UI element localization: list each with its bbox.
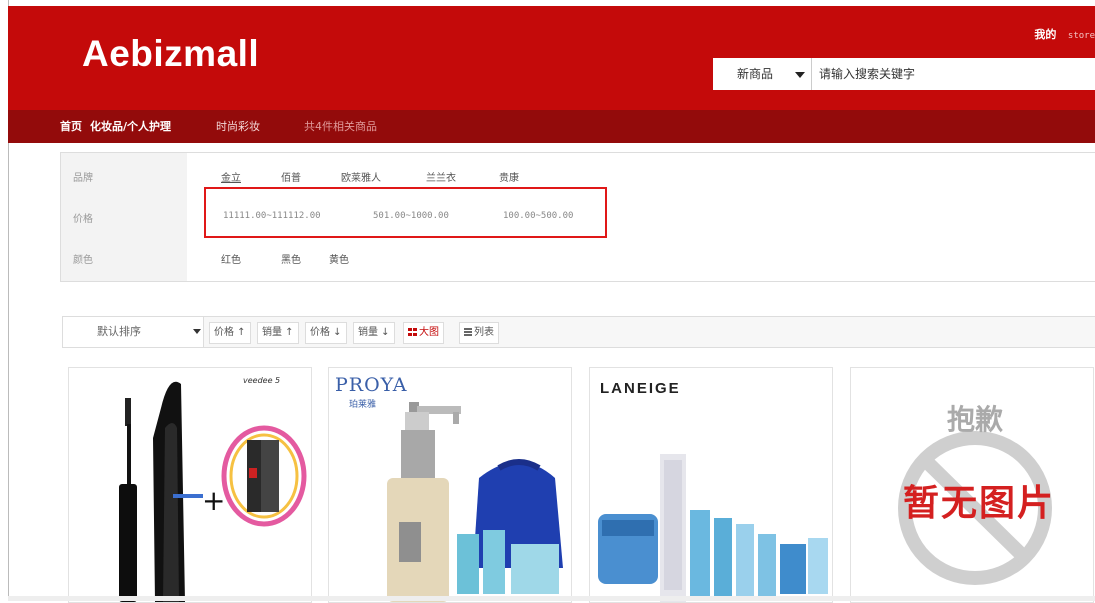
sort-sales-desc-button[interactable]: 销量 ↓ xyxy=(353,322,395,344)
search-category-label: 新商品 xyxy=(737,67,774,81)
svg-text:+: + xyxy=(202,484,225,517)
price-filter-highlight xyxy=(204,187,607,238)
product-card[interactable]: PROYA 珀莱雅 xyxy=(328,367,572,603)
site-header: Aebizmall 我的 store 新商品 xyxy=(8,6,1095,110)
filter-brand-option[interactable]: 金立 xyxy=(221,169,241,184)
no-image-sorry: 抱歉 xyxy=(947,403,1004,436)
filter-label-color: 颜色 xyxy=(73,255,93,266)
nav-category[interactable]: 化妆品/个人护理 xyxy=(90,110,171,143)
view-grid-button[interactable]: 大图 xyxy=(403,322,444,344)
product-brand: PROYA xyxy=(335,374,408,396)
sort-toolbar: 默认排序 价格 ↑ 销量 ↑ 价格 ↓ 销量 ↓ 大图 列表 xyxy=(62,316,1095,348)
list-icon xyxy=(464,328,472,336)
my-account-link[interactable]: 我的 xyxy=(1034,28,1056,41)
filter-brand-option[interactable]: 欧莱雅人 xyxy=(341,169,381,184)
view-list-button[interactable]: 列表 xyxy=(459,322,499,344)
filter-color-option[interactable]: 黄色 xyxy=(329,251,349,266)
view-grid-label: 大图 xyxy=(419,327,439,338)
search-category-select[interactable]: 新商品 xyxy=(713,58,812,90)
product-card[interactable]: + veedee 5 xyxy=(68,367,312,603)
grid-icon xyxy=(408,328,417,336)
filter-label-price: 价格 xyxy=(73,214,93,225)
sort-sales-asc-button[interactable]: 销量 ↑ xyxy=(257,322,299,344)
store-link[interactable]: store xyxy=(1068,31,1095,41)
chevron-down-icon xyxy=(193,329,201,334)
filter-brand-option[interactable]: 贵康 xyxy=(499,169,519,184)
nav-fashion[interactable]: 时尚彩妆 xyxy=(216,110,260,143)
filter-brand-option[interactable]: 兰兰衣 xyxy=(426,169,456,184)
filter-labels: 品牌 价格 颜色 xyxy=(61,153,187,281)
chevron-down-icon xyxy=(795,72,805,78)
product-brand: LANEIGE xyxy=(600,380,681,397)
no-image-label: 暂无图片 xyxy=(903,483,1056,524)
page-bottom-divider xyxy=(8,596,1095,601)
nav-home[interactable]: 首页 xyxy=(60,110,82,143)
product-card[interactable]: LANEIGE xyxy=(589,367,833,603)
filter-color-option[interactable]: 黑色 xyxy=(281,251,301,266)
sort-select-label: 默认排序 xyxy=(97,325,141,338)
search-bar: 新商品 xyxy=(713,58,1095,90)
search-input[interactable] xyxy=(813,58,1095,90)
product-brand-sub: 珀莱雅 xyxy=(349,400,377,410)
breadcrumb-nav: 首页 化妆品/个人护理 时尚彩妆 共4件相关商品 xyxy=(8,110,1095,143)
sort-price-asc-button[interactable]: 价格 ↑ xyxy=(209,322,251,344)
sort-price-desc-button[interactable]: 价格 ↓ xyxy=(305,322,347,344)
sort-select[interactable]: 默认排序 xyxy=(63,317,204,347)
product-brand: veedee 5 xyxy=(243,376,281,385)
product-card[interactable]: 抱歉 暂无图片 xyxy=(850,367,1094,603)
filter-color-option[interactable]: 红色 xyxy=(221,251,241,266)
filter-brand-option[interactable]: 佰普 xyxy=(281,169,301,184)
user-links: 我的 store xyxy=(1034,26,1095,42)
product-image-laneige[interactable] xyxy=(590,368,832,602)
result-count: 共4件相关商品 xyxy=(304,120,377,133)
product-image-mascara[interactable]: + xyxy=(69,368,311,602)
view-list-label: 列表 xyxy=(474,327,494,338)
site-logo[interactable]: Aebizmall xyxy=(82,33,259,75)
filter-label-brand: 品牌 xyxy=(73,173,93,184)
